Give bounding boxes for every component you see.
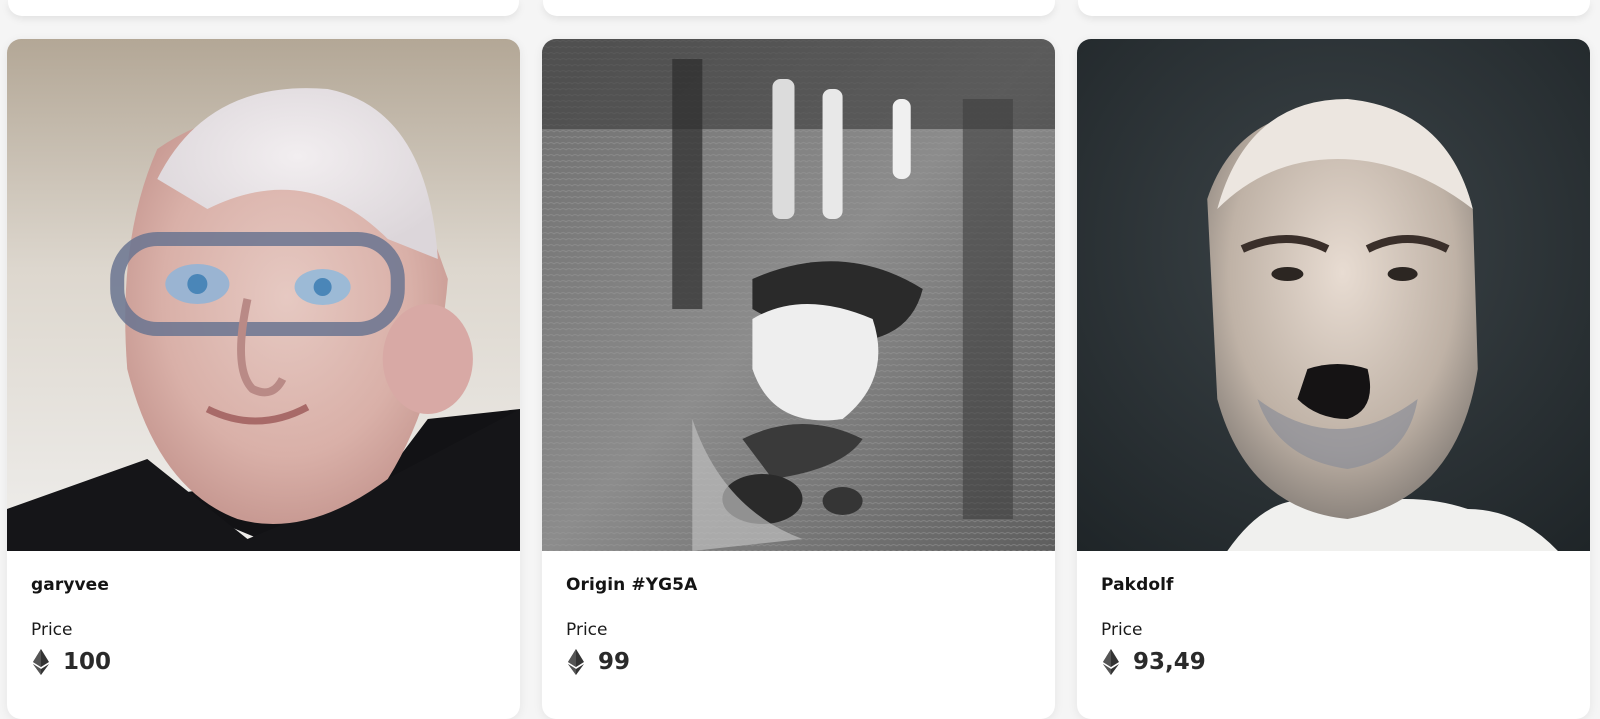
price-label: Price xyxy=(566,620,608,640)
price-label: Price xyxy=(31,620,73,640)
nft-artwork-image[interactable] xyxy=(542,39,1055,551)
price-row: 93,49 xyxy=(1101,647,1566,677)
nft-artwork-image[interactable] xyxy=(1077,39,1590,551)
ethereum-icon xyxy=(1103,649,1119,675)
price-row: 99 xyxy=(566,647,1031,677)
previous-row-card-bottom xyxy=(8,0,519,16)
nft-artwork-image[interactable] xyxy=(7,39,520,551)
nft-card-pakdolf[interactable]: Pakdolf Price 93,49 xyxy=(1077,39,1590,719)
nft-title[interactable]: Origin #YG5A xyxy=(566,573,1031,597)
price-row: 100 xyxy=(31,647,496,677)
ethereum-icon xyxy=(568,649,584,675)
price-label: Price xyxy=(1101,620,1143,640)
previous-row-card-bottom xyxy=(543,0,1055,16)
nft-title[interactable]: Pakdolf xyxy=(1101,573,1566,597)
nft-title[interactable]: garyvee xyxy=(31,573,496,597)
price-value: 99 xyxy=(598,649,631,675)
price-value: 100 xyxy=(63,649,112,675)
nft-card-garyvee[interactable]: garyvee Price 100 xyxy=(7,39,520,719)
nft-card-origin-yg5a[interactable]: Origin #YG5A Price 99 xyxy=(542,39,1055,719)
price-value: 93,49 xyxy=(1133,649,1206,675)
previous-row-card-bottom xyxy=(1078,0,1590,16)
ethereum-icon xyxy=(33,649,49,675)
